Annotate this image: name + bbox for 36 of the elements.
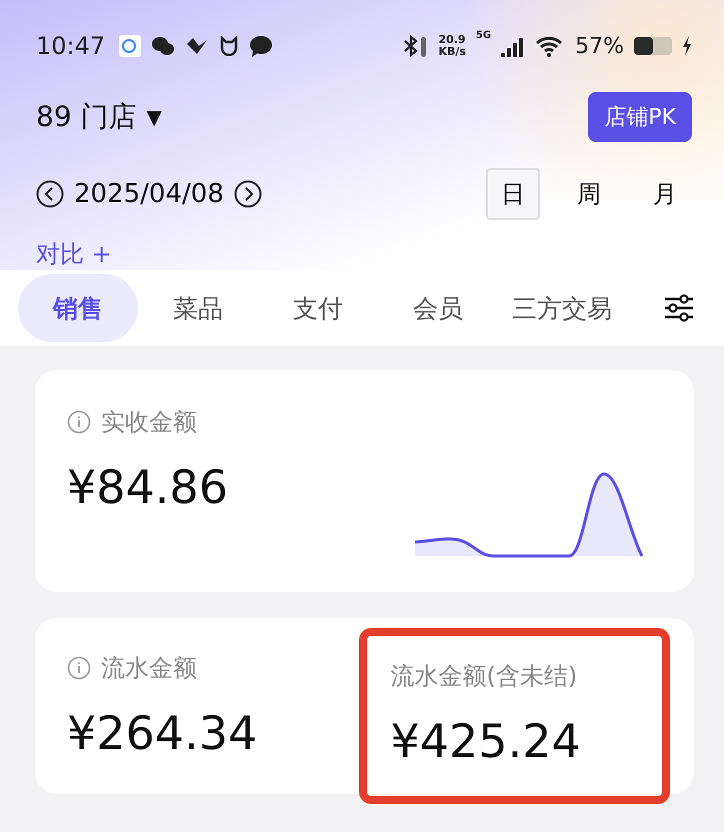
shield-icon [219, 36, 240, 56]
network-type: 5G [476, 30, 492, 41]
chat-app-icon [119, 35, 142, 57]
category-tab[interactable]: 销售 [18, 274, 138, 342]
metric-label: 实收金额 [101, 407, 197, 438]
store-name[interactable]: 89 门店 [36, 98, 137, 136]
metric-label: 流水金额 [101, 653, 197, 684]
clock-time: 10:47 [36, 32, 106, 60]
dropdown-caret[interactable]: ▼ [146, 105, 162, 129]
period-tab[interactable]: 月 [638, 168, 692, 220]
period-tab[interactable]: 周 [562, 168, 616, 220]
metric-label: 流水金额(含未结) [390, 661, 578, 692]
info-icon[interactable] [67, 656, 91, 680]
metric-value: ¥84.86 [67, 460, 229, 514]
bird-icon [185, 36, 210, 56]
category-tab[interactable]: 菜品 [138, 274, 258, 342]
signal-icon [501, 35, 526, 57]
message-bubble-icon [249, 35, 274, 57]
chat-bubbles-icon [151, 36, 176, 56]
category-tab[interactable]: 支付 [258, 274, 378, 342]
date-label[interactable]: 2025/04/08 [74, 179, 224, 209]
compare-link[interactable]: 对比 + [36, 238, 112, 270]
battery-icon [634, 37, 672, 55]
bluetooth-icon [402, 35, 428, 57]
next-day-icon[interactable] [234, 180, 262, 208]
battery-percent: 57% [575, 34, 624, 58]
network-speed: 20.9 KB/s [438, 34, 466, 58]
metric-value: ¥425.24 [390, 714, 582, 768]
category-tab[interactable]: 会员 [378, 274, 498, 342]
previous-day-icon[interactable] [36, 180, 64, 208]
metric-value: ¥264.34 [67, 706, 258, 760]
category-tab[interactable]: 三方交易 [498, 274, 626, 342]
period-tab[interactable]: 日 [486, 168, 540, 220]
info-icon[interactable] [67, 410, 91, 434]
charging-bolt-icon [682, 36, 692, 56]
store-pk-button[interactable]: 店铺PK [588, 92, 692, 142]
